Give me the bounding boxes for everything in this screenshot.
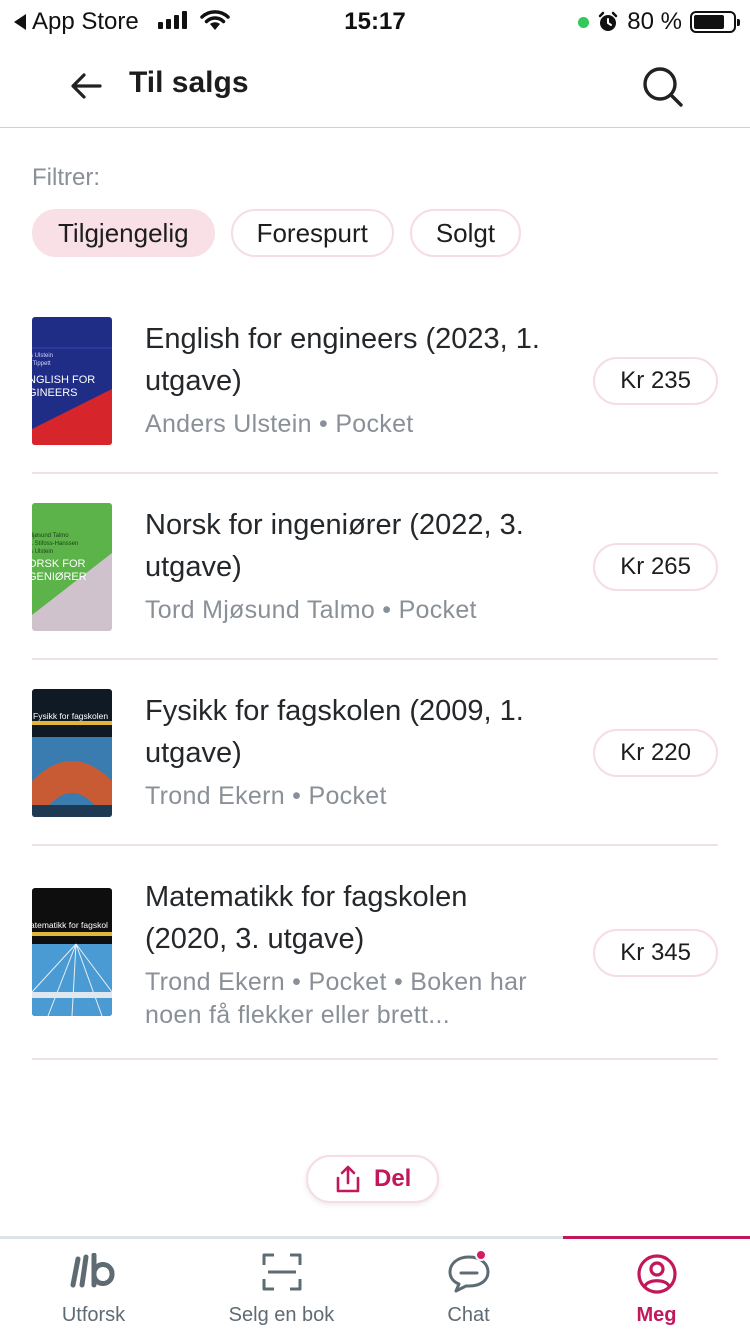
tab-label: Chat — [447, 1304, 490, 1326]
logo-icon — [70, 1253, 114, 1288]
filter-chips: Tilgjengelig Forespurt Solgt — [32, 209, 522, 257]
chat-notification-badge — [475, 1249, 487, 1261]
book-meta: Tord Mjøsund Talmo • Pocket — [145, 596, 477, 624]
book-cover: Fysikk for fagskolen — [32, 689, 112, 817]
book-cover: rs Ulstein y Tippett NGLISH FOR GINEERS — [32, 317, 112, 445]
page-title: Til salgs — [129, 66, 249, 99]
book-cover: atematikk for fagskol — [32, 888, 112, 1016]
list-item[interactable]: Mjøsund Talmo d. Stifoss-Hanssen rs Ulst… — [32, 474, 718, 660]
book-info: Norsk for ingeniører (2022, 3. utgave) T… — [145, 504, 555, 627]
price-tag[interactable]: Kr 220 — [593, 729, 718, 777]
battery-percent: 80 % — [627, 8, 682, 35]
list-item[interactable]: Fysikk for fagskolen Fysikk for fagskole… — [32, 660, 718, 846]
book-info: English for engineers (2023, 1. utgave) … — [145, 318, 555, 441]
share-label: Del — [374, 1165, 412, 1192]
svg-text:atematikk for fagskol: atematikk for fagskol — [32, 920, 108, 930]
camera-in-use-indicator — [578, 16, 590, 28]
svg-text:NGLISH FOR: NGLISH FOR — [32, 374, 95, 386]
svg-text:GINEERS: GINEERS — [32, 387, 78, 399]
book-meta: Trond Ekern • Pocket — [145, 782, 387, 810]
price-tag[interactable]: Kr 345 — [593, 929, 718, 977]
search-icon[interactable] — [638, 62, 686, 110]
list-item[interactable]: atematikk for fagskol Matematikk for fag… — [32, 846, 718, 1060]
book-info: Fysikk for fagskolen (2009, 1. utgave) T… — [145, 690, 555, 813]
svg-text:Mjøsund Talmo: Mjøsund Talmo — [32, 533, 69, 539]
book-meta: Anders Ulstein • Pocket — [145, 410, 414, 438]
tab-chat[interactable]: Chat — [375, 1239, 562, 1334]
svg-text:GENIØRER: GENIØRER — [32, 571, 87, 583]
tab-selg-en-bok[interactable]: Selg en bok — [188, 1239, 375, 1334]
battery-icon — [690, 11, 740, 33]
share-button[interactable]: Del — [306, 1155, 440, 1203]
book-list: rs Ulstein y Tippett NGLISH FOR GINEERS … — [32, 288, 718, 1060]
tab-meg[interactable]: Meg — [563, 1239, 750, 1334]
filter-label: Filtrer: — [32, 164, 100, 191]
book-title: English for engineers (2023, 1. utgave) — [145, 323, 540, 397]
share-icon — [336, 1165, 360, 1193]
filter-chip-forespurt[interactable]: Forespurt — [230, 209, 394, 257]
svg-text:y Tippett: y Tippett — [32, 361, 51, 367]
svg-text:ORSK FOR: ORSK FOR — [32, 558, 86, 570]
book-meta: Trond Ekern • Pocket • Boken har noen få… — [145, 968, 527, 1029]
book-title: Norsk for ingeniører (2022, 3. utgave) — [145, 509, 524, 583]
book-info: Matematikk for fagskolen (2020, 3. utgav… — [145, 876, 555, 1032]
filter-chip-tilgjengelig[interactable]: Tilgjengelig — [32, 209, 215, 257]
svg-text:Fysikk for fagskolen: Fysikk for fagskolen — [33, 711, 108, 721]
book-title: Fysikk for fagskolen (2009, 1. utgave) — [145, 695, 524, 769]
svg-text:d. Stifoss-Hanssen: d. Stifoss-Hanssen — [32, 541, 78, 547]
top-app-bar: Til salgs — [0, 42, 750, 128]
book-title: Matematikk for fagskolen (2020, 3. utgav… — [145, 881, 468, 955]
alarm-icon — [599, 11, 618, 31]
status-bar: App Store 15:17 80 % — [0, 0, 750, 42]
svg-text:rs Ulstein: rs Ulstein — [32, 549, 53, 555]
tab-label: Meg — [636, 1304, 677, 1326]
filter-chip-solgt[interactable]: Solgt — [409, 209, 522, 257]
tab-utforsk[interactable]: Utforsk — [0, 1239, 187, 1334]
svg-text:rs Ulstein: rs Ulstein — [32, 353, 53, 359]
profile-icon — [636, 1254, 677, 1294]
bottom-tab-bar: Utforsk Selg en bok Chat Meg — [0, 1236, 750, 1334]
price-tag[interactable]: Kr 265 — [593, 543, 718, 591]
book-cover: Mjøsund Talmo d. Stifoss-Hanssen rs Ulst… — [32, 503, 112, 631]
tab-label: Selg en bok — [228, 1304, 335, 1326]
list-item[interactable]: rs Ulstein y Tippett NGLISH FOR GINEERS … — [32, 288, 718, 474]
price-tag[interactable]: Kr 235 — [593, 357, 718, 405]
scan-icon — [262, 1253, 301, 1291]
arrow-left-icon[interactable] — [64, 64, 108, 108]
tab-label: Utforsk — [61, 1304, 126, 1326]
status-right: 80 % — [578, 8, 740, 36]
